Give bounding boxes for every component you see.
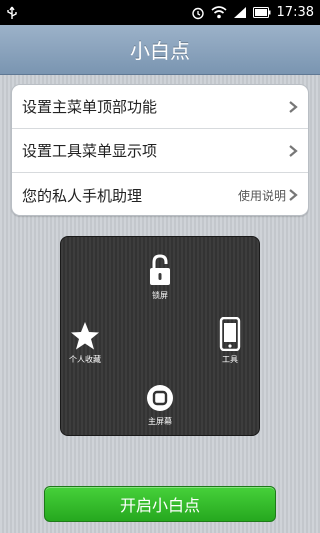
panel-item-favorites[interactable]: 个人收藏 <box>69 321 101 365</box>
page-title: 小白点 <box>130 39 190 63</box>
chevron-right-icon <box>289 189 298 201</box>
settings-list: 设置主菜单顶部功能 设置工具菜单显示项 您的私人手机助理 使用说明 <box>11 84 309 216</box>
panel-item-lock-screen[interactable]: 锁屏 <box>145 253 175 301</box>
signal-icon <box>233 6 247 19</box>
settings-item-label: 您的私人手机助理 <box>22 186 143 205</box>
settings-item-tool-menu-display[interactable]: 设置工具菜单显示项 <box>12 129 308 173</box>
clock: 17:38 <box>276 5 314 20</box>
panel-item-label: 个人收藏 <box>69 355 101 364</box>
usage-instructions-link[interactable]: 使用说明 <box>238 187 286 204</box>
settings-item-personal-assistant[interactable]: 您的私人手机助理 使用说明 <box>12 173 308 215</box>
settings-item-label: 设置主菜单顶部功能 <box>22 98 158 116</box>
assistive-menu-panel: 锁屏 个人收藏 工具 主屏幕 <box>60 236 260 436</box>
usb-icon <box>6 6 18 20</box>
lock-icon <box>150 254 170 285</box>
panel-item-label: 主屏幕 <box>148 417 172 426</box>
settings-item-label: 设置工具菜单显示项 <box>22 142 158 160</box>
title-bar: 小白点 <box>0 25 320 75</box>
home-button-icon <box>147 385 173 411</box>
panel-item-home-screen[interactable]: 主屏幕 <box>145 383 175 427</box>
panel-item-label: 工具 <box>222 355 238 364</box>
status-bar: 17:38 <box>0 0 320 25</box>
wifi-icon <box>211 6 227 19</box>
battery-icon <box>252 7 271 18</box>
alarm-icon <box>191 6 205 20</box>
panel-item-tools[interactable]: 工具 <box>219 317 241 365</box>
chevron-right-icon <box>289 144 298 157</box>
panel-item-label: 锁屏 <box>152 291 168 300</box>
chevron-right-icon <box>289 100 298 113</box>
settings-item-main-menu-top[interactable]: 设置主菜单顶部功能 <box>12 85 308 129</box>
phone-icon <box>219 317 241 351</box>
star-icon <box>71 322 99 350</box>
enable-button[interactable]: 开启小白点 <box>44 486 276 522</box>
